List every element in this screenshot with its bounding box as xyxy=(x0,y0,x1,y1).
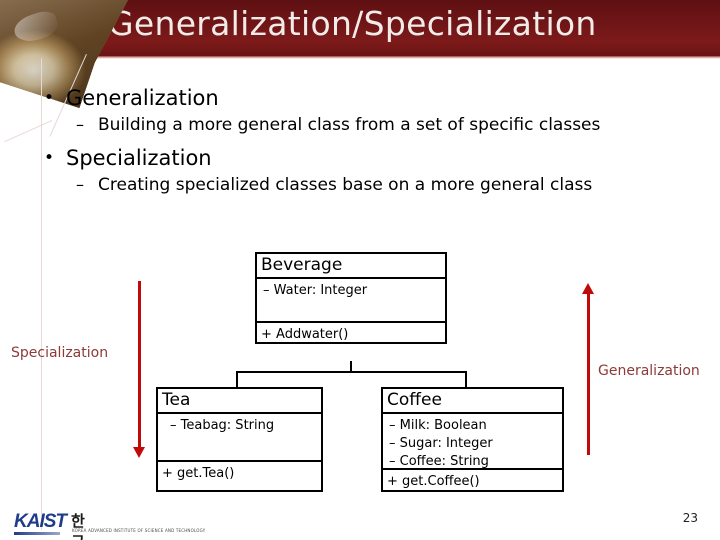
class-operations-coffee: + get.Coffee() xyxy=(383,470,562,494)
uml-class-diagram: Beverage – Water: Integer + Addwater() T… xyxy=(0,0,720,540)
attribute-row: – Sugar: Integer xyxy=(389,436,493,451)
class-attributes-tea: – Teabag: String xyxy=(158,414,321,462)
class-attributes-beverage: – Water: Integer xyxy=(257,279,445,323)
annotation-label-generalization: Generalization xyxy=(598,363,700,379)
kaist-logo-korean: 한국과학기술원 xyxy=(71,512,85,540)
class-box-tea: Tea – Teabag: String + get.Tea() xyxy=(156,387,323,492)
attribute-row: – Water: Integer xyxy=(263,283,368,298)
class-attributes-coffee: – Milk: Boolean – Sugar: Integer – Coffe… xyxy=(383,414,562,470)
generalization-arrow-head xyxy=(582,283,594,294)
connector-horizontal-bar xyxy=(236,371,467,373)
attribute-row: – Milk: Boolean xyxy=(389,418,487,433)
class-name-beverage: Beverage xyxy=(257,254,445,279)
operation-row: + Addwater() xyxy=(261,327,349,342)
connector-drop-coffee xyxy=(465,371,467,388)
slide: Generalization/Specialization Generaliza… xyxy=(0,0,720,540)
class-name-tea: Tea xyxy=(158,389,321,414)
specialization-arrow-shaft xyxy=(138,281,141,449)
kaist-logo-subtitle: KOREA ADVANCED INSTITUTE OF SCIENCE AND … xyxy=(72,528,206,533)
attribute-row: – Teabag: String xyxy=(170,418,275,433)
specialization-arrow-head xyxy=(133,447,145,458)
attribute-row: – Coffee: String xyxy=(389,454,489,469)
page-number: 23 xyxy=(682,511,698,525)
class-box-beverage: Beverage – Water: Integer + Addwater() xyxy=(255,252,447,344)
annotation-label-specialization: Specialization xyxy=(11,345,109,361)
kaist-logo-rule xyxy=(14,532,60,535)
generalization-arrow-shaft xyxy=(587,292,590,455)
class-name-coffee: Coffee xyxy=(383,389,562,414)
class-box-coffee: Coffee – Milk: Boolean – Sugar: Integer … xyxy=(381,387,564,492)
connector-drop-tea xyxy=(236,371,238,388)
operation-row: + get.Coffee() xyxy=(387,474,480,489)
class-operations-tea: + get.Tea() xyxy=(158,462,321,486)
operation-row: + get.Tea() xyxy=(162,466,235,481)
kaist-logo-text: KAIST xyxy=(14,511,67,532)
